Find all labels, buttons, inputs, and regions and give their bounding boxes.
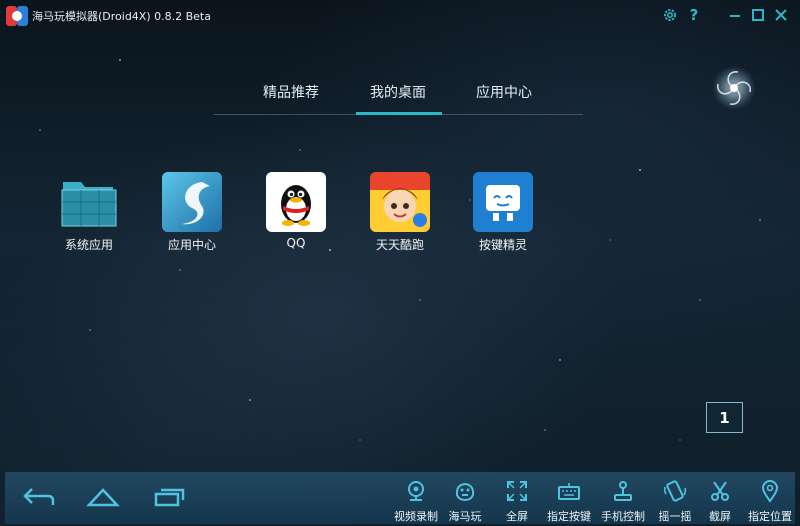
- title-bar: 海马玩模拟器(Droid4X) 0.8.2 Beta ?: [0, 0, 800, 32]
- record-video-button[interactable]: 视频录制: [388, 476, 444, 523]
- app-label: 应用中心: [167, 238, 216, 252]
- app-center-icon: [162, 172, 222, 232]
- tool-label: 手机控制: [601, 510, 645, 523]
- bottom-toolbar: 视频录制 海马玩 全屏 指定按键 手机控制 摇一摇 截屏 指定位置: [5, 472, 795, 524]
- location-pin-icon: [761, 480, 779, 503]
- help-icon: ?: [689, 6, 699, 24]
- screenshot-button[interactable]: 截屏: [692, 476, 748, 523]
- tool-label: 海马玩: [448, 510, 482, 523]
- fullscreen-icon: [507, 481, 527, 501]
- hippo-icon: [455, 482, 475, 502]
- phone-control-button[interactable]: 手机控制: [595, 476, 651, 523]
- tab-featured[interactable]: 精品推荐: [263, 82, 319, 102]
- recent-apps-icon: [154, 488, 185, 507]
- app-label: 系统应用: [64, 238, 113, 252]
- game-avatar-icon: [370, 172, 430, 232]
- back-button[interactable]: [19, 482, 59, 512]
- haimawan-button[interactable]: 海马玩: [437, 476, 493, 523]
- minimize-icon: [730, 15, 740, 17]
- back-icon: [23, 488, 55, 505]
- recent-apps-button[interactable]: [149, 482, 189, 512]
- minimize-button[interactable]: [725, 5, 745, 25]
- droid4x-logo-icon: [6, 6, 28, 26]
- tab-app-center[interactable]: 应用中心: [476, 82, 532, 102]
- app-anjian-jingling[interactable]: 按键精灵: [458, 172, 548, 262]
- tool-label: 截屏: [709, 510, 731, 523]
- galaxy-icon: [712, 66, 756, 110]
- joystick-icon: [614, 481, 632, 501]
- webcam-icon: [408, 481, 424, 501]
- close-icon: [775, 9, 787, 21]
- keyboard-icon: [558, 483, 580, 500]
- tool-label: 视频录制: [394, 510, 438, 523]
- app-label: 按键精灵: [478, 238, 527, 252]
- qq-penguin-icon: [266, 172, 326, 232]
- key-mapping-button[interactable]: 指定按键: [541, 476, 597, 523]
- fullscreen-button[interactable]: 全屏: [489, 476, 545, 523]
- settings-button[interactable]: [660, 5, 680, 25]
- app-tiantian-kupao[interactable]: 天天酷跑: [355, 172, 445, 262]
- tab-active-indicator: [356, 112, 442, 115]
- folder-icon: [61, 182, 117, 227]
- home-button[interactable]: [83, 482, 123, 512]
- app-label: 天天酷跑: [375, 238, 424, 252]
- maximize-button[interactable]: [748, 5, 768, 25]
- gear-icon: [664, 9, 676, 21]
- close-button[interactable]: [771, 5, 791, 25]
- help-button[interactable]: ?: [684, 5, 704, 25]
- tab-my-desktop[interactable]: 我的桌面: [370, 82, 426, 102]
- tool-label: 指定位置: [748, 510, 792, 523]
- shake-icon: [663, 480, 687, 502]
- app-label: QQ: [286, 236, 306, 250]
- maximize-icon: [752, 9, 764, 21]
- app-system-apps[interactable]: 系统应用: [44, 172, 134, 262]
- app-qq[interactable]: QQ: [251, 172, 341, 262]
- window-title: 海马玩模拟器(Droid4X) 0.8.2 Beta: [32, 10, 211, 23]
- set-location-button[interactable]: 指定位置: [742, 476, 798, 523]
- robot-icon: [473, 172, 533, 232]
- scissors-icon: [711, 481, 729, 501]
- tool-label: 全屏: [506, 510, 528, 523]
- app-app-center[interactable]: 应用中心: [147, 172, 237, 262]
- tab-bar: 精品推荐 我的桌面 应用中心: [213, 78, 583, 118]
- home-icon: [86, 488, 120, 507]
- page-indicator[interactable]: 1: [706, 402, 743, 433]
- tool-label: 指定按键: [547, 510, 591, 523]
